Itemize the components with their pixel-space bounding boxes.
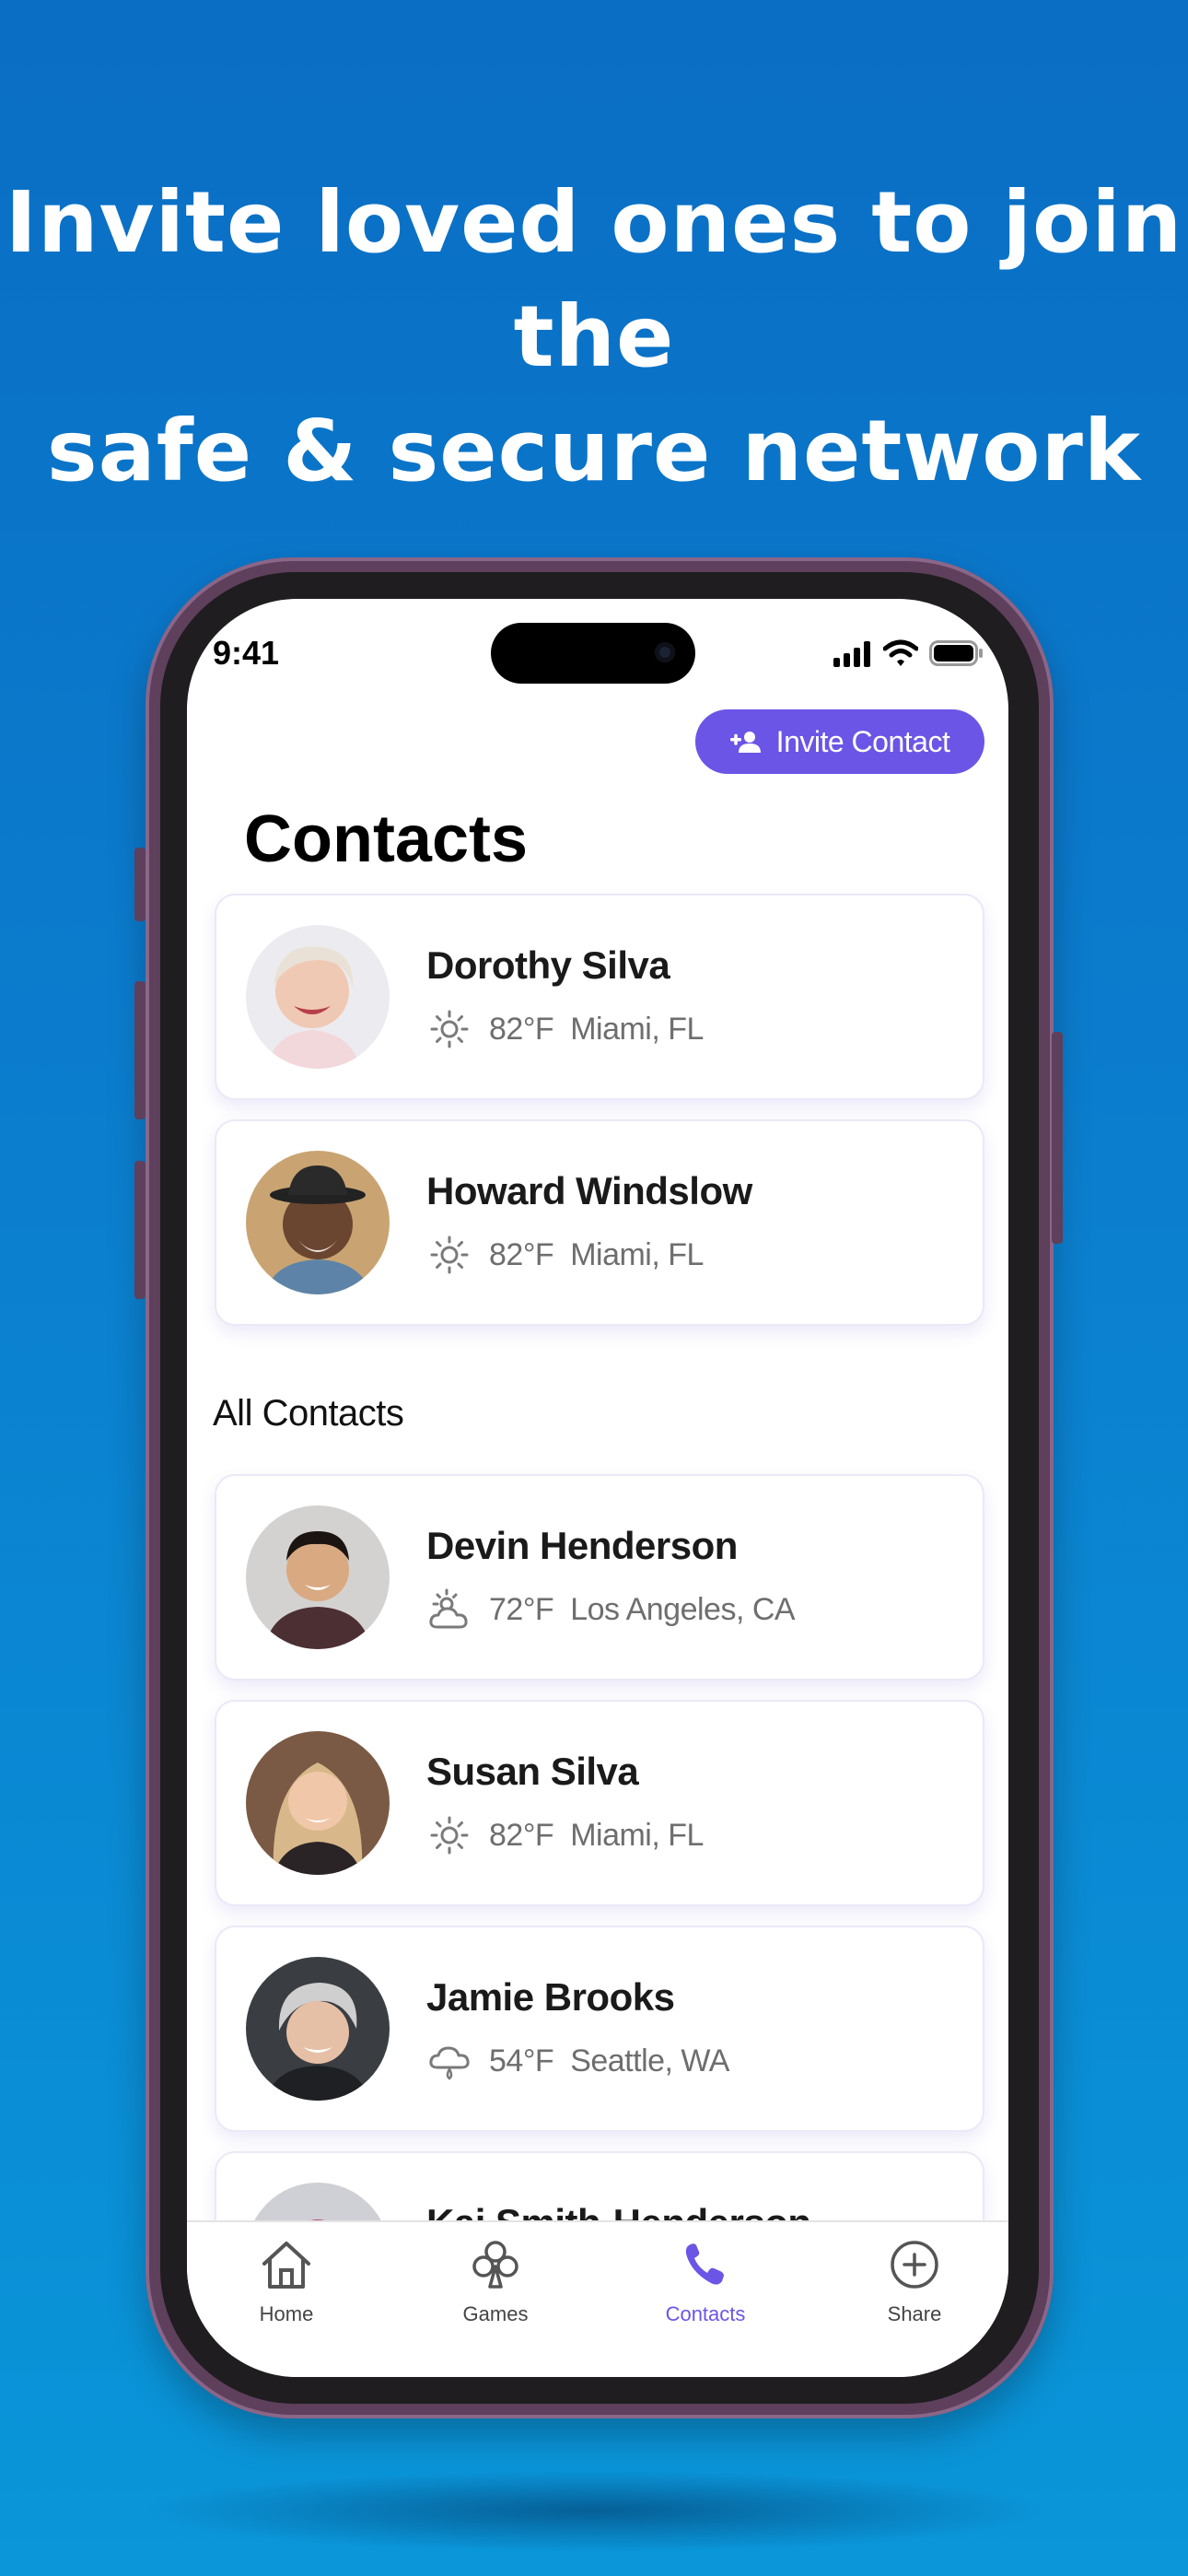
dynamic-island — [491, 623, 695, 684]
avatar — [246, 1505, 390, 1649]
contact-temperature: 82°F — [489, 1236, 554, 1272]
contact-temperature: 72°F — [489, 1591, 554, 1627]
tab-label: Contacts — [665, 2302, 746, 2325]
action-button — [134, 848, 146, 921]
contact-location: Miami, FL — [570, 1236, 704, 1272]
headline-line-1: Invite loved ones to join the — [5, 173, 1183, 386]
contact-location: Miami, FL — [570, 1817, 704, 1853]
partly-cloudy-icon — [429, 1588, 468, 1629]
tab-label: Home — [259, 2302, 314, 2325]
phone-shadow — [138, 2469, 1050, 2552]
plus-circle-icon — [891, 2241, 938, 2289]
headline-line-2: safe & secure network — [46, 402, 1142, 500]
status-time: 9:41 — [213, 634, 280, 672]
contact-location: Seattle, WA — [570, 2043, 729, 2078]
tab-label: Share — [887, 2302, 942, 2325]
page-title: Contacts — [244, 802, 529, 876]
camera-icon — [655, 642, 675, 662]
home-icon — [262, 2242, 310, 2289]
contact-name: Dorothy Silva — [426, 943, 670, 987]
avatar — [246, 1731, 390, 1875]
tab-label: Games — [462, 2302, 529, 2325]
battery-icon — [929, 640, 983, 666]
contact-location: Miami, FL — [570, 1011, 704, 1047]
contact-card[interactable]: Jamie Brooks 54°F Seattle, WA — [215, 1926, 984, 2132]
contact-name: Susan Silva — [426, 1750, 639, 1793]
invite-contact-button[interactable]: Invite Contact — [695, 709, 984, 774]
contact-card[interactable]: Susan Silva 82°F Miami, FL — [215, 1700, 984, 1906]
contact-card[interactable]: Dorothy Silva 82°F Miami, FL — [215, 894, 984, 1100]
add-person-icon — [729, 732, 761, 753]
wifi-icon — [883, 639, 918, 666]
contact-meta: 82°F Miami, FL — [426, 1812, 704, 1858]
avatar — [246, 925, 390, 1069]
contact-temperature: 82°F — [489, 1011, 554, 1047]
sun-icon — [430, 1816, 469, 1855]
contact-name: Jamie Brooks — [426, 1975, 675, 2019]
contact-name: Devin Henderson — [426, 1524, 738, 1567]
avatar — [246, 1151, 390, 1294]
contact-meta: 82°F Miami, FL — [426, 1232, 704, 1278]
avatar — [246, 1957, 390, 2101]
invite-contact-label: Invite Contact — [775, 724, 950, 758]
tab-share[interactable]: Share — [836, 2239, 993, 2326]
signal-icon — [833, 641, 870, 667]
contact-name: Howard Windslow — [426, 1169, 752, 1212]
tab-bar: Home Games Contacts Share — [187, 2220, 1008, 2377]
tab-home[interactable]: Home — [208, 2239, 365, 2326]
rain-cloud-icon — [429, 2046, 470, 2080]
sun-icon — [430, 1010, 469, 1048]
sun-icon — [430, 1235, 469, 1274]
phone-icon — [685, 2243, 724, 2285]
marketing-headline: Invite loved ones to join the safe & sec… — [0, 166, 1188, 509]
volume-down-button — [134, 1161, 146, 1299]
power-button — [1052, 1032, 1063, 1244]
contact-temperature: 82°F — [489, 1817, 554, 1853]
all-contacts-heading: All Contacts — [213, 1393, 404, 1434]
contact-card[interactable]: Howard Windslow 82°F Miami, FL — [215, 1119, 984, 1326]
contact-location: Los Angeles, CA — [570, 1591, 796, 1627]
status-icons — [833, 639, 984, 667]
tab-games[interactable]: Games — [417, 2239, 574, 2326]
tab-contacts[interactable]: Contacts — [627, 2239, 784, 2326]
volume-up-button — [134, 981, 146, 1119]
club-icon — [472, 2241, 518, 2289]
contact-temperature: 54°F — [489, 2043, 554, 2078]
contact-meta: 82°F Miami, FL — [426, 1006, 704, 1052]
phone-screen: 9:41 Invite Contact Contacts Dorothy Sil… — [187, 599, 1008, 2377]
contact-meta: 72°F Los Angeles, CA — [426, 1587, 796, 1633]
contact-card[interactable]: Devin Henderson 72°F Los Angeles, CA — [215, 1474, 984, 1680]
contact-meta: 54°F Seattle, WA — [426, 2038, 729, 2084]
